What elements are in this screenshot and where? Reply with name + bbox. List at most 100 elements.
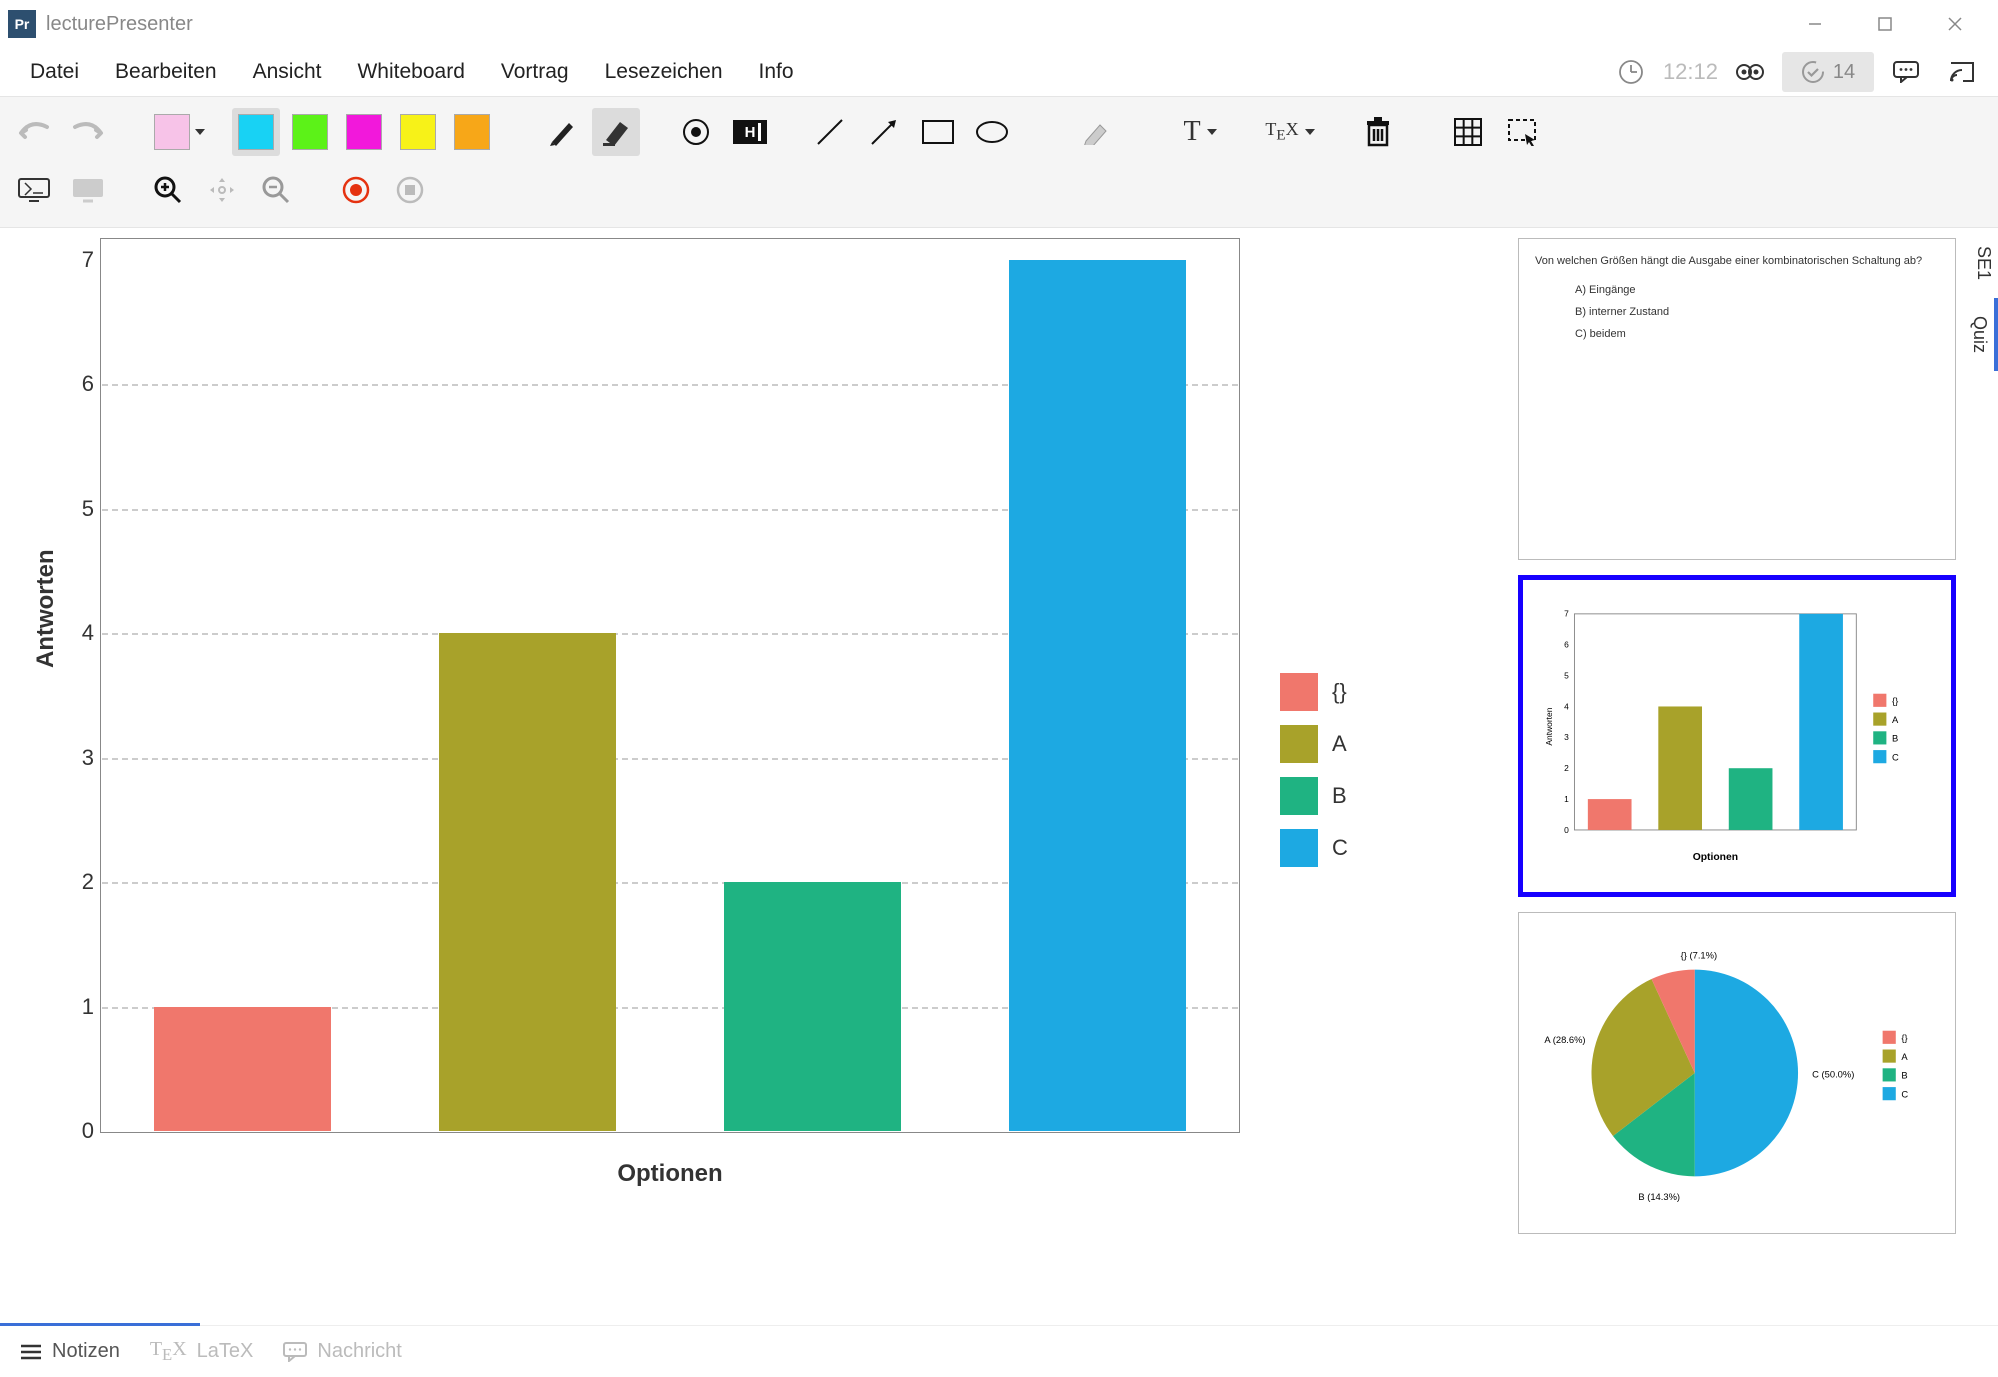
slide-thumbnails: Von welchen Größen hängt die Ausgabe ein… [1508,228,1966,1325]
menu-info[interactable]: Info [741,52,812,92]
window-maximize-button[interactable] [1850,0,1920,48]
pen-icon [547,117,577,147]
pan-button[interactable] [198,166,246,214]
y-axis-label: Antworten [32,549,60,668]
delete-tool[interactable] [1354,108,1402,156]
svg-text:3: 3 [1564,732,1569,742]
message-icon[interactable] [1882,52,1930,92]
svg-text:Optionen: Optionen [1693,852,1738,863]
toolbar: H T TEX [0,96,1998,228]
maximize-icon [1878,17,1892,31]
minimize-icon [1807,16,1823,32]
titlebar: Pr lecturePresenter [0,0,1998,48]
line-icon [814,116,846,148]
monitor-solid-icon [71,177,105,203]
quiz-counter[interactable]: 14 [1782,52,1874,92]
monitor-outline-icon [17,177,51,203]
slide-thumb-2[interactable]: 01234567 Antworten Optionen {}ABC [1518,575,1956,897]
display-primary[interactable] [10,166,58,214]
select-tool[interactable] [1498,108,1546,156]
bottom-tab-notes[interactable]: Notizen [20,1340,120,1363]
clock-time: 12:12 [1663,52,1718,92]
arrow-icon [868,116,900,148]
color-quick-0[interactable] [232,108,280,156]
menu-lesezeichen[interactable]: Lesezeichen [587,52,741,92]
window-minimize-button[interactable] [1780,0,1850,48]
svg-text:B: B [1892,733,1898,744]
slide-thumb-3[interactable]: {} (7.1%) A (28.6%) B (14.3%) C (50.0%) … [1518,912,1956,1234]
color-quick-3[interactable] [394,108,442,156]
record-button[interactable] [332,166,380,214]
color-quick-1[interactable] [286,108,334,156]
record-icon [341,175,371,205]
text-tool[interactable]: T [1168,108,1216,156]
svg-text:B: B [1901,1070,1907,1081]
undo-icon [17,121,51,143]
eraser-tool[interactable] [1068,108,1116,156]
line-tool[interactable] [806,108,854,156]
trash-icon [1365,117,1391,147]
main-canvas[interactable]: Antworten 01234567 Optionen {}ABC [0,228,1508,1325]
menu-bearbeiten[interactable]: Bearbeiten [97,52,235,92]
clock-icon[interactable] [1607,52,1655,92]
zoom-out-icon [262,176,290,204]
menu-ansicht[interactable]: Ansicht [235,52,340,92]
participants-icon[interactable] [1726,52,1774,92]
rect-icon [921,119,955,145]
pointer-tool[interactable] [672,108,720,156]
highlighter-tool[interactable] [592,108,640,156]
side-tabs: SE1 Quiz [1966,228,1998,1325]
tex-icon: TEX [150,1338,187,1365]
cast-icon[interactable] [1938,52,1986,92]
redo-button[interactable] [64,108,112,156]
svg-text:A: A [1892,714,1899,725]
color-quick-2[interactable] [340,108,388,156]
stop-button[interactable] [386,166,434,214]
app-title: lecturePresenter [46,13,193,36]
grid-icon [1454,118,1482,146]
pan-icon [207,175,237,205]
svg-text:H: H [745,124,756,141]
color-quick-4[interactable] [448,108,496,156]
undo-button[interactable] [10,108,58,156]
chart-legend: {}ABC [1280,673,1348,881]
bottom-tab-latex[interactable]: TEX LaTeX [150,1338,254,1365]
thumb-pie-chart: {} (7.1%) A (28.6%) B (14.3%) C (50.0%) … [1535,929,1939,1217]
stop-icon [395,175,425,205]
close-icon [1947,16,1963,32]
zoom-in-icon [154,176,182,204]
side-tab-quiz[interactable]: Quiz [1966,298,1998,371]
menu-whiteboard[interactable]: Whiteboard [339,52,482,92]
ellipse-tool[interactable] [968,108,1016,156]
side-tab-se1[interactable]: SE1 [1966,228,1998,298]
bottom-tab-message[interactable]: Nachricht [283,1340,401,1363]
slide-thumb-1[interactable]: Von welchen Größen hängt die Ausgabe ein… [1518,238,1956,560]
thumb-bar-chart: 01234567 Antworten Optionen {}ABC [1535,592,1939,880]
svg-text:0: 0 [1564,825,1569,835]
rect-tool[interactable] [914,108,962,156]
svg-text:A (28.6%): A (28.6%) [1544,1034,1585,1045]
menu-vortrag[interactable]: Vortrag [483,52,587,92]
color-current[interactable] [148,108,196,156]
menubar: Datei Bearbeiten Ansicht Whiteboard Vort… [0,48,1998,96]
menu-datei[interactable]: Datei [12,52,97,92]
hamburger-icon [20,1343,42,1361]
grid-tool[interactable] [1444,108,1492,156]
chart-bars [100,238,1240,1133]
svg-text:5: 5 [1564,670,1569,680]
arrow-tool[interactable] [860,108,908,156]
text-highlight-tool[interactable]: H [726,108,774,156]
text-highlight-icon: H [733,120,767,144]
svg-text:4: 4 [1564,701,1569,711]
current-color-swatch [154,114,190,150]
zoom-out-button[interactable] [252,166,300,214]
pen-tool[interactable] [538,108,586,156]
svg-text:Antworten: Antworten [1544,707,1554,745]
zoom-in-button[interactable] [144,166,192,214]
message-icon [283,1342,307,1362]
window-close-button[interactable] [1920,0,1990,48]
ellipse-icon [975,119,1009,145]
latex-tool[interactable]: TEX [1252,108,1312,156]
svg-text:A: A [1901,1051,1908,1062]
display-secondary[interactable] [64,166,112,214]
